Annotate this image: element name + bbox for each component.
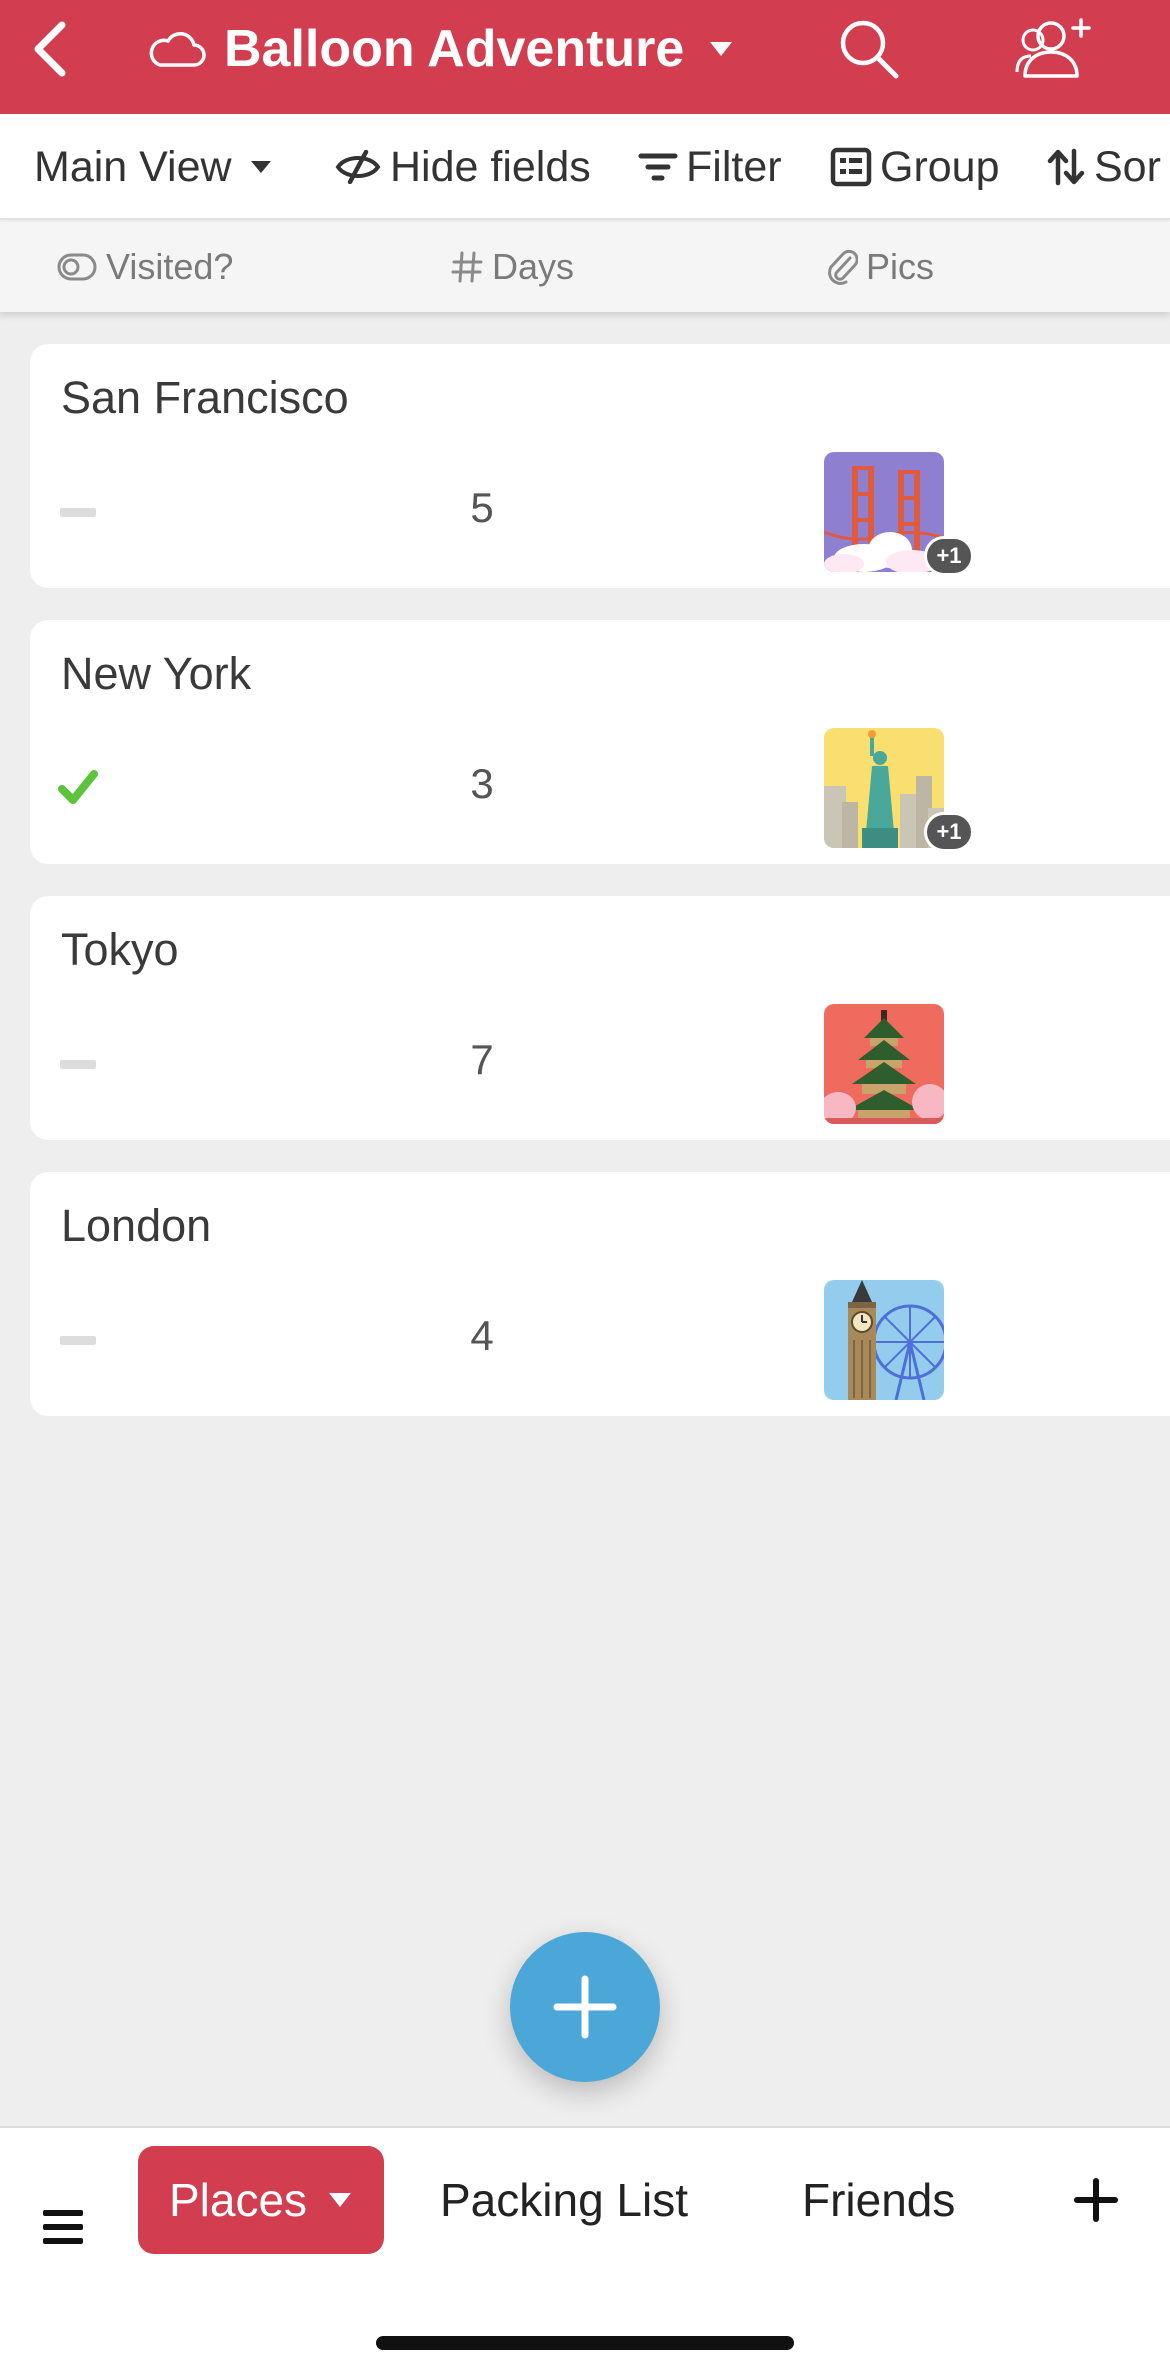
days-value: 4	[470, 1312, 494, 1359]
tab-places[interactable]: Places	[138, 2146, 384, 2254]
sort-button[interactable]: Sor	[1046, 114, 1161, 218]
column-header-visited[interactable]: Visited?	[56, 222, 233, 312]
hide-fields-button[interactable]: Hide fields	[334, 114, 591, 218]
eye-slash-icon	[335, 150, 381, 184]
extra-attachments-badge: +1	[924, 536, 974, 576]
unchecked-indicator[interactable]	[60, 508, 96, 517]
filter-button[interactable]: Filter	[638, 114, 782, 218]
base-title-button[interactable]: Balloon Adventure	[146, 14, 734, 84]
attachment-thumbnail[interactable]	[824, 1004, 944, 1124]
add-collaborator-button[interactable]	[1008, 14, 1098, 84]
home-indicator	[376, 2336, 794, 2350]
chevron-down-icon	[250, 161, 271, 173]
plus-icon	[553, 1975, 617, 2039]
hamburger-menu-icon	[43, 2210, 83, 2244]
chevron-left-icon	[34, 21, 66, 77]
record-name: San Francisco	[61, 372, 349, 423]
group-button[interactable]: Group	[830, 114, 1000, 218]
pagoda-image	[824, 1004, 944, 1124]
search-icon	[840, 20, 899, 79]
unchecked-indicator[interactable]	[60, 1336, 96, 1345]
add-table-button[interactable]	[1064, 2164, 1128, 2236]
group-icon	[830, 147, 872, 187]
days-value: 7	[470, 1036, 494, 1083]
column-header-pics[interactable]: Pics	[826, 222, 934, 312]
tab-label: Packing List	[440, 2174, 689, 2226]
sort-icon	[1047, 148, 1085, 186]
tab-packing-list[interactable]: Packing List	[440, 2146, 688, 2254]
record-name: New York	[61, 648, 252, 699]
hash-icon	[451, 251, 483, 283]
group-label: Group	[880, 142, 1000, 191]
record-name: Tokyo	[61, 924, 179, 975]
column-header-label: Days	[492, 246, 575, 287]
view-toolbar: Main View Hide fields Filter Group Sor	[0, 114, 1170, 220]
tab-label: Friends	[802, 2174, 956, 2226]
record-card[interactable]: Tokyo 7	[30, 896, 1170, 1140]
view-switcher[interactable]: Main View	[34, 114, 280, 218]
attachment-thumbnail[interactable]	[824, 1280, 944, 1400]
column-header-label: Visited?	[106, 246, 234, 287]
app-header: Balloon Adventure	[0, 0, 1170, 114]
sort-label: Sor	[1094, 142, 1161, 191]
back-button[interactable]	[20, 14, 80, 84]
record-card[interactable]: London 4	[30, 1172, 1170, 1416]
record-name: London	[61, 1200, 212, 1251]
column-header-label: Pics	[866, 246, 935, 287]
filter-icon	[638, 153, 678, 181]
view-switcher-label: Main View	[34, 142, 232, 191]
unchecked-indicator[interactable]	[60, 1060, 96, 1069]
search-button[interactable]	[832, 14, 906, 84]
record-card[interactable]: New York 3 +1	[30, 620, 1170, 864]
extra-attachments-badge: +1	[924, 812, 974, 852]
chevron-down-icon	[710, 42, 733, 56]
filter-label: Filter	[686, 142, 782, 191]
menu-button[interactable]	[28, 2182, 98, 2272]
checkmark-icon[interactable]	[58, 767, 98, 807]
tab-label: Places	[168, 2174, 308, 2226]
plus-icon	[1074, 2178, 1118, 2222]
base-title: Balloon Adventure	[224, 20, 685, 78]
chevron-down-icon	[329, 2193, 352, 2207]
checkbox-icon	[57, 253, 97, 281]
big-ben-image	[824, 1280, 944, 1400]
column-header-days[interactable]: Days	[450, 222, 574, 312]
column-headers: Visited? Days Pics	[0, 222, 1170, 312]
days-value: 5	[470, 484, 494, 531]
cloud-icon	[149, 32, 206, 67]
hide-fields-label: Hide fields	[390, 142, 591, 191]
add-record-button[interactable]	[510, 1932, 660, 2082]
table-tab-bar: Places Packing List Friends	[0, 2126, 1170, 2374]
tab-friends[interactable]: Friends	[802, 2146, 955, 2254]
days-value: 3	[470, 760, 494, 807]
record-card[interactable]: San Francisco 5 +1	[30, 344, 1170, 588]
paperclip-icon	[828, 249, 858, 285]
add-collaborator-icon	[1015, 18, 1091, 78]
